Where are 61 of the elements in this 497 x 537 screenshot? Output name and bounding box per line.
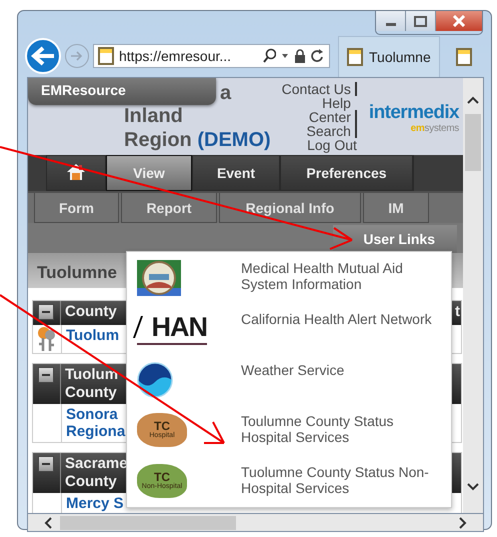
back-arrow-icon <box>30 45 56 67</box>
user-link[interactable]: Tuolumne County Status Non-Hospital Services <box>241 464 443 513</box>
house-icon <box>66 162 86 180</box>
header-link[interactable]: Help Center <box>288 96 351 124</box>
app-badge: EMResource <box>28 78 216 105</box>
maximize-icon <box>414 16 427 26</box>
close-icon <box>452 15 466 27</box>
address-field[interactable]: https://emresour... <box>93 44 330 68</box>
subnav-tab[interactable]: IM <box>363 193 429 223</box>
home-tab[interactable] <box>46 155 106 191</box>
table-cell[interactable]: Mercy S <box>62 493 127 513</box>
minimize-icon <box>386 22 396 26</box>
table-header: Sacrame County <box>64 454 126 492</box>
maximize-button[interactable] <box>406 11 436 31</box>
nav-tab[interactable]: Preferences <box>280 155 413 191</box>
scroll-left-icon[interactable] <box>44 516 52 528</box>
lock-icon <box>294 49 306 63</box>
user-link[interactable]: Toulumne County Status Hospital Services <box>241 413 443 464</box>
search-icon[interactable] <box>262 48 276 64</box>
nav-tab[interactable]: Event <box>192 155 280 191</box>
back-button[interactable] <box>25 38 61 74</box>
subnav-tab[interactable]: Report <box>121 193 217 223</box>
header-link[interactable]: Log Out <box>294 138 357 152</box>
page-icon <box>456 48 472 66</box>
scroll-thumb[interactable] <box>465 114 481 171</box>
subnav-tab[interactable]: Form <box>34 193 119 223</box>
user-links-button[interactable]: User Links <box>333 225 457 253</box>
collapse-button[interactable] <box>38 456 54 472</box>
forward-arrow-icon <box>70 50 84 62</box>
header-link[interactable]: Search <box>288 124 351 138</box>
browser-tab[interactable]: Tuolumne <box>338 36 440 77</box>
scroll-right-icon[interactable] <box>459 516 467 528</box>
horizontal-scrollbar[interactable] <box>27 514 484 532</box>
collapse-button[interactable] <box>38 367 54 383</box>
refresh-icon[interactable] <box>311 48 325 64</box>
vertical-scrollbar[interactable] <box>463 78 483 513</box>
page-icon <box>98 47 114 65</box>
user-link[interactable]: Weather Service <box>241 362 344 413</box>
table-cell[interactable]: Sonora Regiona <box>62 404 127 442</box>
scroll-down-icon[interactable] <box>467 483 479 491</box>
table-header: Tuolum County <box>64 365 120 403</box>
collapse-button[interactable] <box>38 304 54 320</box>
keys-icon <box>36 325 58 353</box>
dropdown-icon[interactable] <box>281 53 289 59</box>
subnav-tab[interactable]: Regional Info <box>219 193 361 223</box>
page-icon <box>347 48 363 66</box>
scroll-up-icon[interactable] <box>467 96 479 104</box>
close-button[interactable] <box>436 11 482 31</box>
noaa-logo-icon <box>137 362 173 398</box>
table-header: County <box>64 302 118 322</box>
region-title: Inland <box>124 104 184 128</box>
minimize-button[interactable] <box>376 11 406 31</box>
region-title: a <box>219 82 232 104</box>
scroll-thumb[interactable] <box>60 516 236 530</box>
region-title: Region (DEMO) <box>124 128 272 152</box>
header-link[interactable]: Contact Us <box>282 82 351 96</box>
seal-logo-icon <box>137 260 181 296</box>
table-cell[interactable]: Tuolum <box>62 325 127 353</box>
table-header: t <box>455 303 460 320</box>
intermedix-logo: intermedix emsystems <box>368 101 459 136</box>
user-link[interactable]: California Health Alert Network <box>241 311 432 362</box>
